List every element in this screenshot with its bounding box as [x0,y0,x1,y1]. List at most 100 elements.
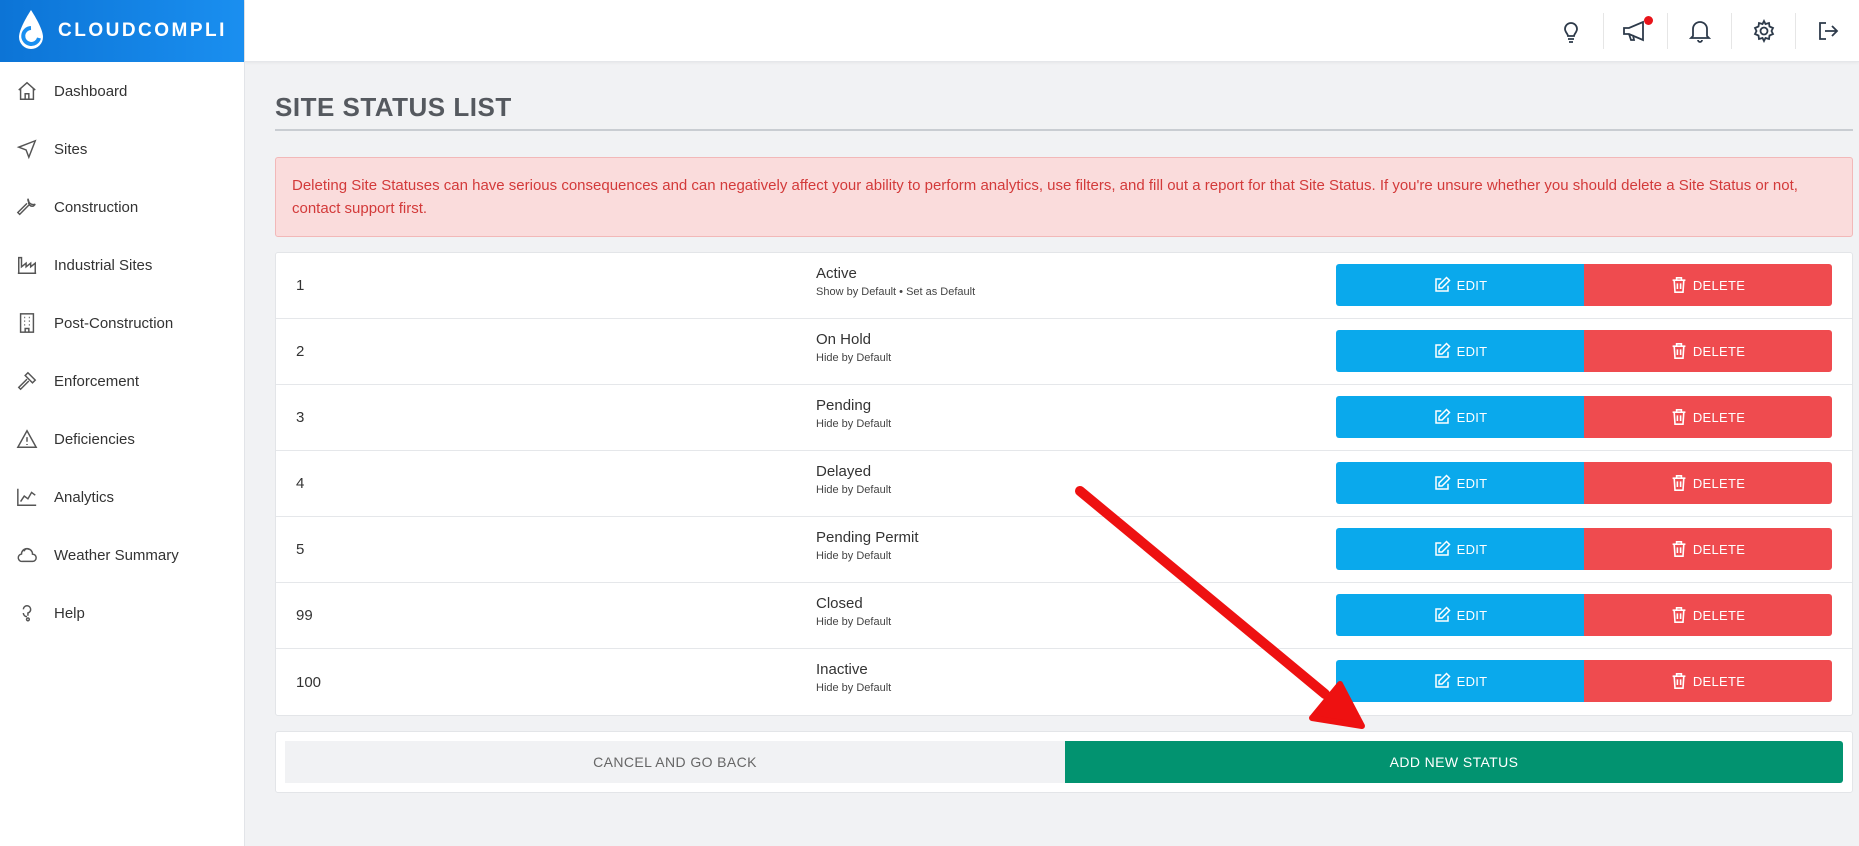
delete-button[interactable]: DELETE [1584,594,1832,636]
sidebar-item-enforcement[interactable]: Enforcement [0,352,244,410]
status-name: Inactive [816,661,868,678]
cloud-icon [14,542,40,568]
sidebar-item-label: Construction [54,198,139,216]
edit-icon [1433,474,1451,492]
delete-button[interactable]: DELETE [1584,528,1832,570]
trash-icon [1671,474,1687,492]
delete-button[interactable]: DELETE [1584,396,1832,438]
status-name-cell: Delayed Hide by Default [816,463,891,496]
status-number: 1 [296,277,305,294]
brand-logo[interactable]: CLOUDCOMPLI [0,0,244,62]
edit-icon [1433,342,1451,360]
delete-button[interactable]: DELETE [1584,330,1832,372]
edit-button[interactable]: EDIT [1336,330,1584,372]
status-number: 3 [296,409,305,426]
trash-icon [1671,342,1687,360]
home-icon [14,78,40,104]
table-row: 1 Active Show by Default • Set as Defaul… [276,253,1852,319]
sidebar-item-sites[interactable]: Sites [0,120,244,178]
status-name-cell: Active Show by Default • Set as Default [816,265,975,298]
factory-icon [14,252,40,278]
table-row: 2 On Hold Hide by Default EDIT DELETE [276,319,1852,385]
status-name-cell: On Hold Hide by Default [816,331,891,364]
delete-label: DELETE [1692,343,1746,359]
table-row: 100 Inactive Hide by Default EDIT DELETE [276,649,1852,715]
logout-icon[interactable] [1795,13,1859,49]
building-icon [14,310,40,336]
notification-dot [1644,16,1653,25]
edit-button[interactable]: EDIT [1336,528,1584,570]
status-default-setting: Show by Default • Set as Default [816,286,976,298]
status-number: 100 [296,673,322,691]
status-default-setting: Hide by Default [816,352,892,364]
edit-button[interactable]: EDIT [1336,462,1584,504]
edit-label: EDIT [1456,673,1488,689]
status-number: 5 [296,541,305,558]
edit-label: EDIT [1456,409,1488,425]
status-name: Closed [816,595,863,612]
table-row: 99 Closed Hide by Default EDIT DELETE [276,583,1852,649]
top-icon-group [1539,0,1859,62]
add-new-status-button[interactable]: ADD NEW STATUS [1065,741,1843,783]
edit-label: EDIT [1456,607,1488,623]
sidebar-item-analytics[interactable]: Analytics [0,468,244,526]
sidebar-item-weather-summary[interactable]: Weather Summary [0,526,244,584]
trash-icon [1671,606,1687,624]
sidebar-item-construction[interactable]: Construction [0,178,244,236]
delete-button[interactable]: DELETE [1584,462,1832,504]
bell-icon[interactable] [1667,13,1731,49]
edit-button[interactable]: EDIT [1336,396,1584,438]
edit-button[interactable]: EDIT [1336,264,1584,306]
table-row: 3 Pending Hide by Default EDIT DELETE [276,385,1852,451]
sidebar-item-industrial-sites[interactable]: Industrial Sites [0,236,244,294]
edit-button[interactable]: EDIT [1336,594,1584,636]
status-default-setting: Hide by Default [816,682,892,694]
status-list: 1 Active Show by Default • Set as Defaul… [275,252,1853,716]
brand-name: CLOUDCOMPLI [58,20,227,41]
sidebar-item-help[interactable]: Help [0,584,244,642]
sidebar-item-dashboard[interactable]: Dashboard [0,62,244,120]
edit-label: EDIT [1456,343,1488,359]
trash-icon [1671,672,1687,690]
delete-button[interactable]: DELETE [1584,264,1832,306]
row-actions: EDIT DELETE [1336,528,1832,570]
status-default-setting: Hide by Default [816,484,892,496]
status-name: Pending Permit [816,529,919,546]
status-name: Delayed [816,463,872,480]
cancel-button[interactable]: CANCEL AND GO BACK [285,741,1065,783]
delete-button[interactable]: DELETE [1584,660,1832,702]
navigation-icon [14,136,40,162]
row-actions: EDIT DELETE [1336,660,1832,702]
delete-label: DELETE [1692,607,1746,623]
sidebar-item-label: Enforcement [54,372,140,390]
table-row: 5 Pending Permit Hide by Default EDIT DE… [276,517,1852,583]
help-icon [14,600,40,626]
sidebar-item-post-construction[interactable]: Post-Construction [0,294,244,352]
status-name-cell: Inactive Hide by Default [816,661,891,694]
form-actions: CANCEL AND GO BACK ADD NEW STATUS [275,731,1853,793]
sidebar-nav: Dashboard Sites Construction Industrial … [0,62,244,642]
megaphone-icon[interactable] [1603,13,1667,49]
row-actions: EDIT DELETE [1336,396,1832,438]
sidebar: CLOUDCOMPLI Dashboard Sites Construction… [0,0,245,846]
lightbulb-icon[interactable] [1539,13,1603,49]
droplet-logo-icon [14,6,48,56]
sidebar-item-label: Industrial Sites [54,256,153,274]
gear-icon[interactable] [1731,13,1795,49]
sidebar-item-label: Weather Summary [54,546,179,564]
chart-icon [14,484,40,510]
trash-icon [1671,408,1687,426]
trash-icon [1671,276,1687,294]
sidebar-item-deficiencies[interactable]: Deficiencies [0,410,244,468]
warning-icon [14,426,40,452]
sidebar-item-label: Deficiencies [54,430,135,448]
row-actions: EDIT DELETE [1336,462,1832,504]
sidebar-item-label: Help [54,604,85,622]
status-name: Pending [816,397,872,414]
status-name-cell: Closed Hide by Default [816,595,891,628]
edit-button[interactable]: EDIT [1336,660,1584,702]
wrench-icon [14,194,40,220]
edit-label: EDIT [1456,277,1488,293]
edit-label: EDIT [1456,541,1488,557]
sidebar-item-label: Sites [54,140,88,158]
